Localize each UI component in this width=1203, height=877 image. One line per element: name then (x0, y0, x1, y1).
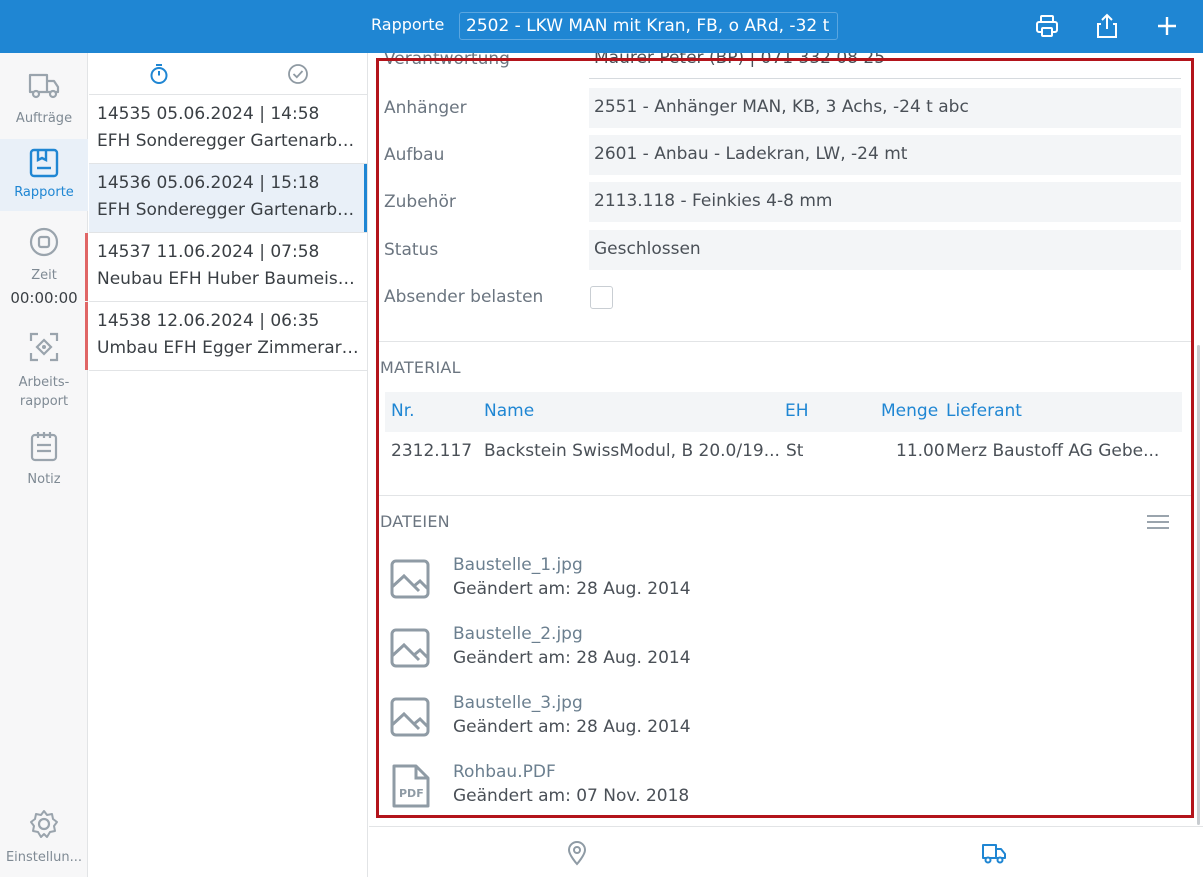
material-section-title: MATERIAL (380, 358, 461, 377)
report-detail: Verantwortung Maurer Peter (BP) | 071 33… (369, 53, 1203, 826)
report-list-panel: 14535 05.06.2024 | 14:58 EFH Sonderegger… (85, 53, 368, 877)
pdf-icon: PDF (392, 764, 430, 808)
list-item[interactable]: 14538 12.06.2024 | 06:35 Umbau EFH Egger… (85, 302, 367, 371)
vehicle-selector[interactable]: 2502 - LKW MAN mit Kran, FB, o ARd, -32 … (459, 12, 838, 40)
nav-label-zeit: Zeit (31, 268, 57, 283)
nav-label-notiz: Notiz (27, 472, 61, 487)
nav-label-arbeitsrapport: Arbeits- rapport (18, 375, 70, 409)
stop-icon (29, 227, 59, 257)
menu-icon[interactable] (1146, 514, 1170, 530)
nav-item-arbeitsrapport[interactable]: Arbeits- rapport (0, 331, 88, 416)
field-aufbau: Aufbau 2601 - Anbau - Ladekran, LW, -24 … (369, 135, 1203, 175)
nav-item-rapporte[interactable]: Rapporte (0, 139, 88, 211)
field-anhaenger: Anhänger 2551 - Anhänger MAN, KB, 3 Achs… (369, 88, 1203, 128)
list-item[interactable]: 14535 05.06.2024 | 14:58 EFH Sonderegger… (89, 95, 367, 164)
nav-item-notiz[interactable]: Notiz (0, 430, 88, 492)
col-eh: EH (785, 401, 809, 421)
divider (379, 341, 1192, 342)
file-item[interactable]: Baustelle_1.jpg Geändert am: 28 Aug. 201… (389, 555, 1089, 615)
top-bar: Rapporte 2502 - LKW MAN mit Kran, FB, o … (0, 0, 1203, 53)
print-icon[interactable] (1033, 12, 1061, 40)
notepad-icon (30, 432, 58, 462)
timer-display: 00:00:00 (10, 289, 78, 307)
truck-icon[interactable] (981, 840, 1007, 866)
location-pin-icon[interactable] (564, 840, 590, 866)
nav-label-einstellungen: Einstellun... (5, 850, 83, 865)
col-lieferant: Lieferant (946, 401, 1022, 421)
list-item[interactable]: 14537 11.06.2024 | 07:58 Neubau EFH Hube… (85, 233, 367, 302)
list-item[interactable]: 14536 05.06.2024 | 15:18 EFH Sonderegger… (89, 164, 367, 233)
divider (379, 495, 1192, 496)
field-absender-belasten: Absender belasten (369, 277, 1203, 317)
report-icon (29, 148, 59, 178)
absender-belasten-checkbox[interactable] (590, 286, 613, 309)
image-icon (390, 628, 430, 668)
list-filter-bar (89, 53, 367, 95)
material-table-header: Nr. Name EH Menge Lieferant (385, 392, 1182, 432)
scan-icon (29, 332, 59, 362)
nav-item-einstellungen[interactable]: Einstellun... (0, 808, 88, 870)
stopwatch-icon[interactable] (148, 63, 170, 85)
image-icon (390, 697, 430, 737)
bottom-bar (369, 826, 1203, 877)
field-verantwortung: Verantwortung Maurer Peter (BP) | 071 33… (369, 53, 1203, 79)
add-icon[interactable] (1153, 12, 1181, 40)
col-nr: Nr. (391, 401, 415, 421)
page-title: Rapporte (371, 15, 445, 34)
field-status: Status Geschlossen (369, 230, 1203, 270)
share-icon[interactable] (1093, 12, 1121, 40)
nav-item-zeit[interactable]: Zeit 00:00:00 (0, 226, 88, 316)
image-icon (390, 559, 430, 599)
col-name: Name (484, 401, 535, 421)
field-zubehoer: Zubehör 2113.118 - Feinkies 4-8 mm (369, 182, 1203, 222)
files-section-title: DATEIEN (380, 512, 450, 531)
table-row[interactable]: 2312.117 Backstein SwissModul, B 20.0/19… (385, 432, 1182, 472)
file-item[interactable]: Baustelle_2.jpg Geändert am: 28 Aug. 201… (389, 624, 1089, 684)
file-item[interactable]: Baustelle_3.jpg Geändert am: 28 Aug. 201… (389, 693, 1089, 753)
nav-label-rapporte: Rapporte (14, 185, 74, 200)
nav-label-auftraege: Aufträge (15, 111, 73, 126)
nav-item-auftraege[interactable]: Aufträge (0, 69, 88, 131)
scrollbar[interactable] (1197, 345, 1200, 825)
col-menge: Menge (881, 401, 939, 421)
check-circle-icon[interactable] (287, 63, 309, 85)
file-item[interactable]: PDF Rohbau.PDF Geändert am: 07 Nov. 2018 (389, 762, 1089, 822)
svg-text:PDF: PDF (399, 787, 424, 800)
side-navigation: Aufträge Rapporte Zeit 00:00:00 Arbeits-… (0, 53, 88, 877)
gear-icon (30, 810, 58, 838)
truck-icon (28, 73, 60, 99)
